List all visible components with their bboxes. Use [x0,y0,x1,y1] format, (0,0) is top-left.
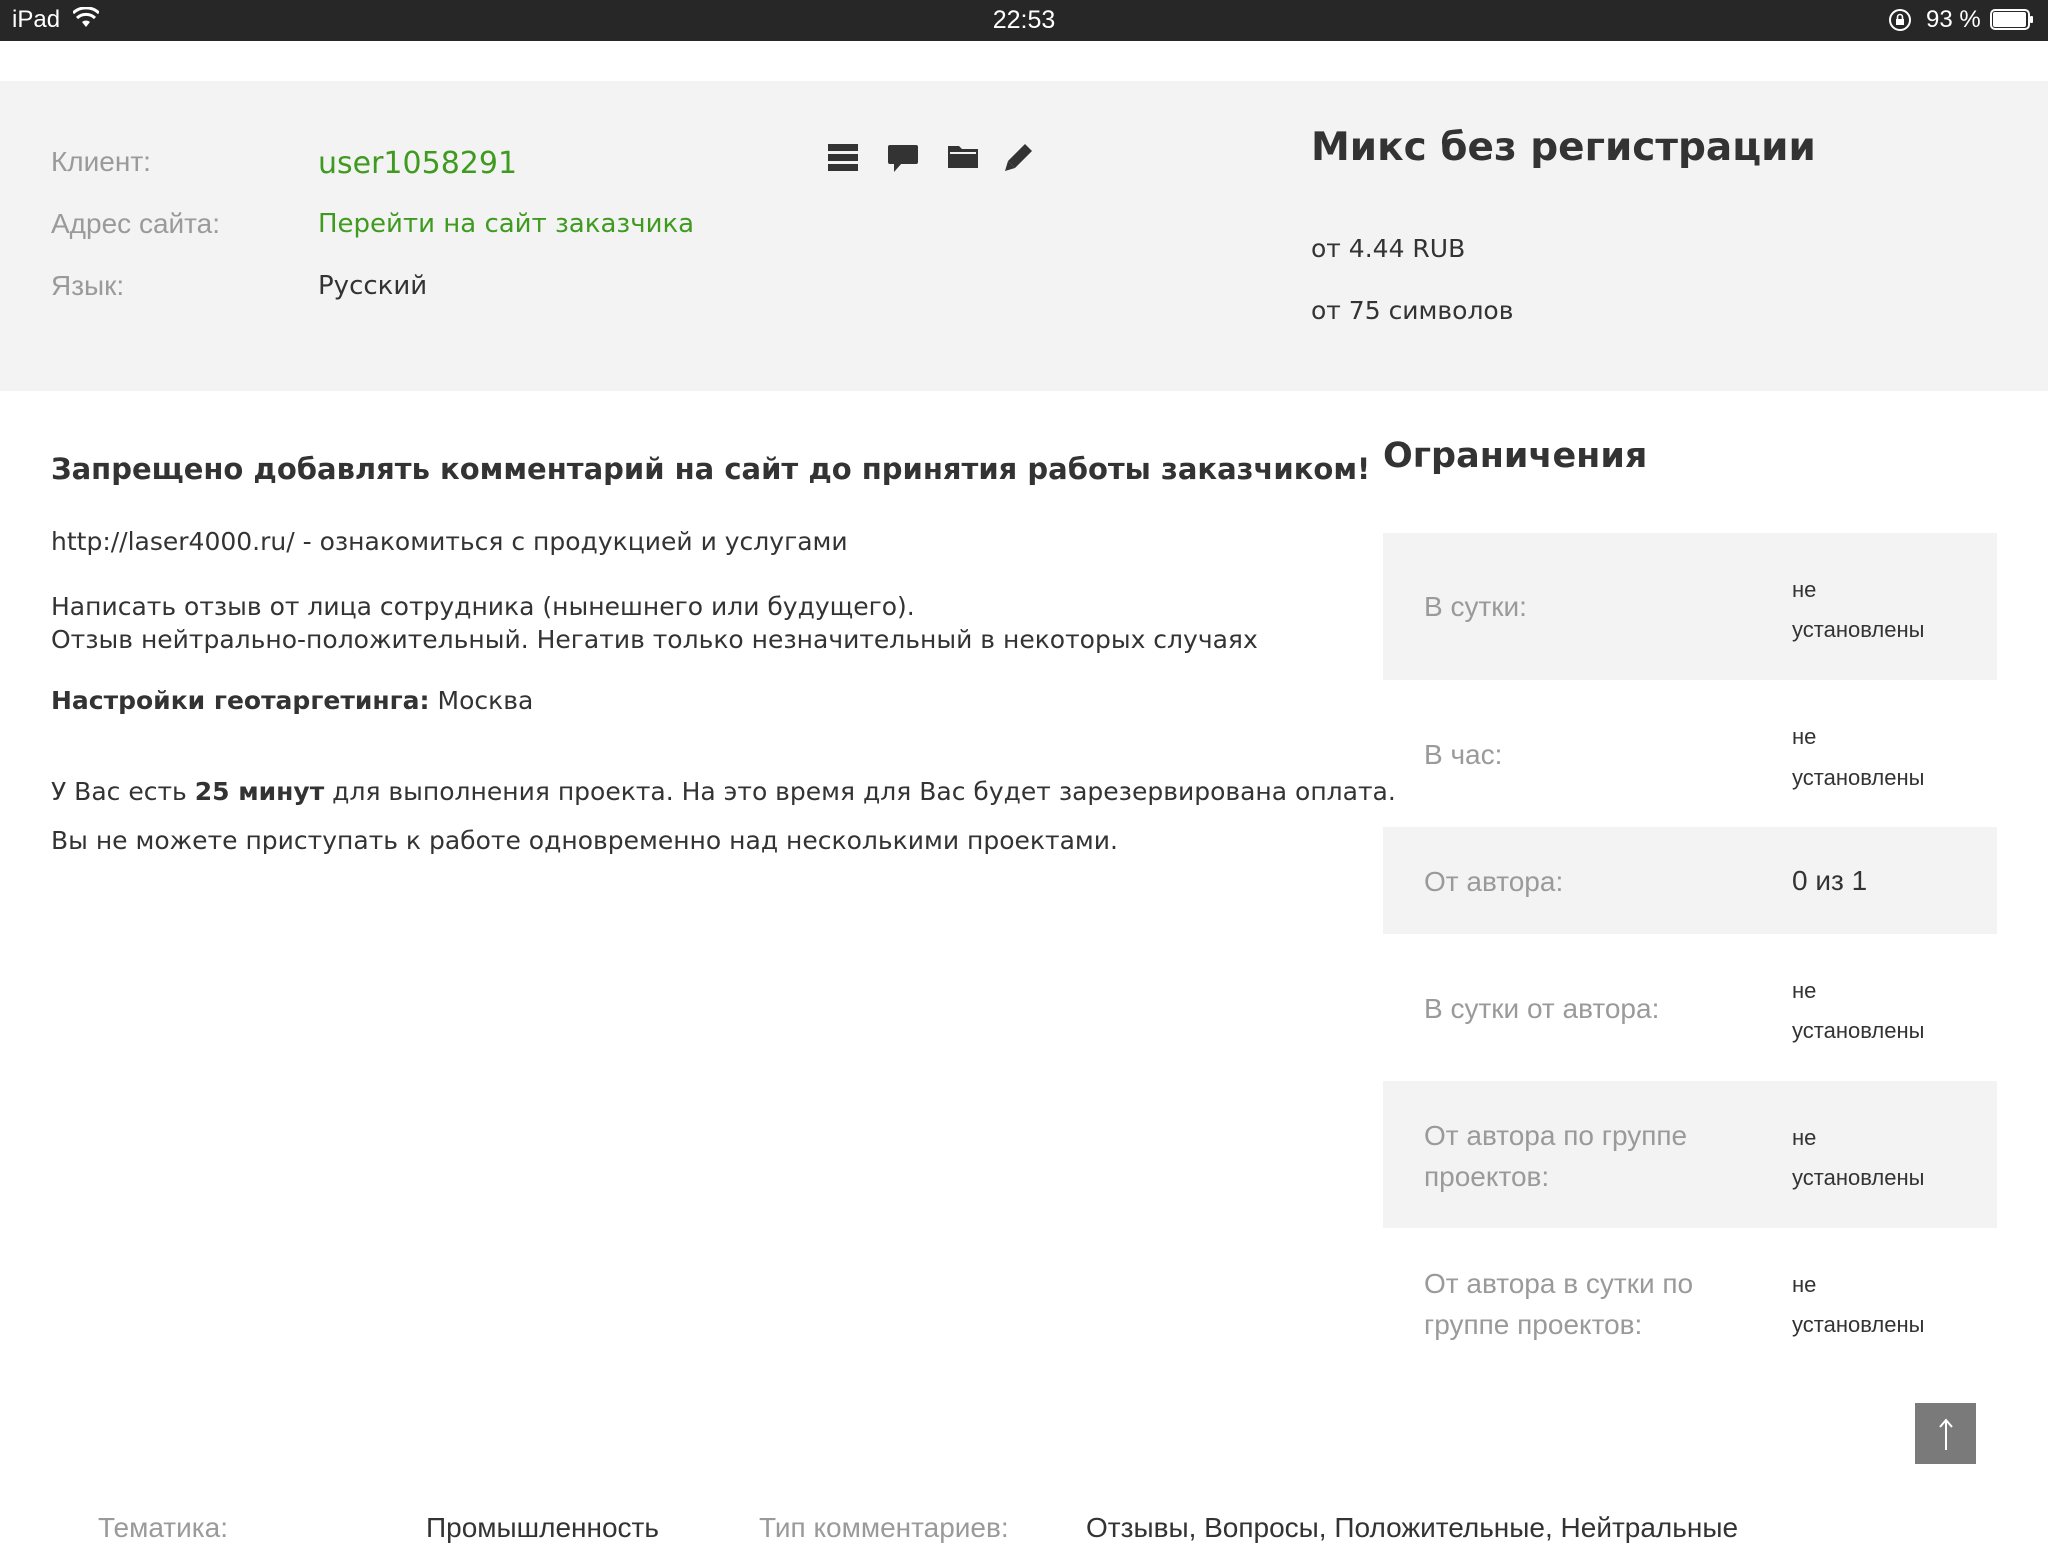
restriction-label: проектов: [1424,1161,1550,1192]
client-link[interactable]: user1058291 [318,146,517,181]
restriction-value: не [1792,978,1817,1003]
geo-value: Москва [429,686,534,715]
comment-type-value: Отзывы, Вопросы, Положительные, Нейтраль… [1086,1512,1739,1543]
list-icon[interactable] [827,142,859,174]
customer-site-link[interactable]: Перейти на сайт заказчика [318,209,694,239]
restriction-row: От автора: 0 из 1 [1383,827,1997,934]
restriction-value: не [1792,1125,1817,1150]
multi-project-note: Вы не можете приступать к работе одновре… [51,826,1118,855]
restriction-value: не [1792,724,1817,749]
topic-value: Промышленность [426,1512,659,1543]
topic-label: Тематика: [98,1512,228,1543]
time-limit-text: У Вас есть 25 минут для выполнения проек… [51,777,1396,806]
task-line-2: Отзыв нейтрально-положительный. Негатив … [51,625,1258,654]
restriction-row: В сутки от автора: не установлены [1383,934,1997,1081]
restriction-row: В сутки: не установлены [1383,533,1997,680]
comment-icon[interactable] [887,142,919,174]
time-value: 25 минут [194,777,325,806]
restriction-value: установлены [1792,617,1925,642]
restriction-row: От автора по группе проектов: не установ… [1383,1081,1997,1228]
restriction-label: От автора: [1424,866,1564,897]
restriction-value: установлены [1792,1018,1925,1043]
language-value: Русский [318,271,428,301]
restriction-value: не [1792,577,1817,602]
plan-price: от 4.44 RUB [1311,234,1466,263]
client-label: Клиент: [51,146,151,177]
comment-type-label: Тип комментариев: [759,1512,1009,1543]
scroll-to-top-button[interactable] [1915,1403,1976,1464]
arrow-up-icon [1938,1417,1953,1450]
folder-icon[interactable] [947,140,979,172]
restriction-value: установлены [1792,765,1925,790]
battery-icon [1990,9,2033,30]
time-prefix: У Вас есть [51,777,195,806]
site-label: Адрес сайта: [51,208,221,239]
project-header: Клиент: user1058291 Адрес сайта: Перейти… [0,81,2048,391]
status-bar: iPad 22:53 93 % [0,0,2048,41]
plan-min-chars: от 75 символов [1311,296,1514,325]
restriction-row: В час: не установлены [1383,680,1997,827]
restriction-value: установлены [1792,1165,1925,1190]
restriction-value: 0 из 1 [1792,865,1868,896]
warning-text: Запрещено добавлять комментарий на сайт … [51,452,1371,486]
restriction-label: В сутки от автора: [1424,993,1660,1024]
restriction-label: От автора в сутки по [1424,1268,1694,1299]
battery-percent: 93 % [1926,6,1981,33]
time-suffix: для выполнения проекта. На это время для… [324,777,1396,806]
site-link-line: http://laser4000.ru/ - ознакомиться с пр… [51,527,848,556]
restriction-label: От автора по группе [1424,1120,1688,1151]
restrictions-title: Ограничения [1383,436,1648,476]
plan-title: Микс без регистрации [1311,125,1816,170]
clock: 22:53 [992,6,1056,34]
restriction-label: В сутки: [1424,591,1527,622]
pencil-icon[interactable] [1003,141,1035,173]
restriction-label: группе проектов: [1424,1309,1643,1340]
task-line-1: Написать отзыв от лица сотрудника (нынеш… [51,592,915,621]
geo-targeting: Настройки геотаргетинга: Москва [51,686,533,715]
restriction-value: не [1792,1272,1817,1297]
restriction-row: От автора в сутки по группе проектов: не… [1383,1228,1997,1375]
language-label: Язык: [51,270,125,301]
restriction-value: установлены [1792,1312,1925,1337]
rotation-lock-icon [1889,9,1911,31]
geo-label: Настройки геотаргетинга: [51,686,430,715]
restriction-label: В час: [1424,739,1503,770]
